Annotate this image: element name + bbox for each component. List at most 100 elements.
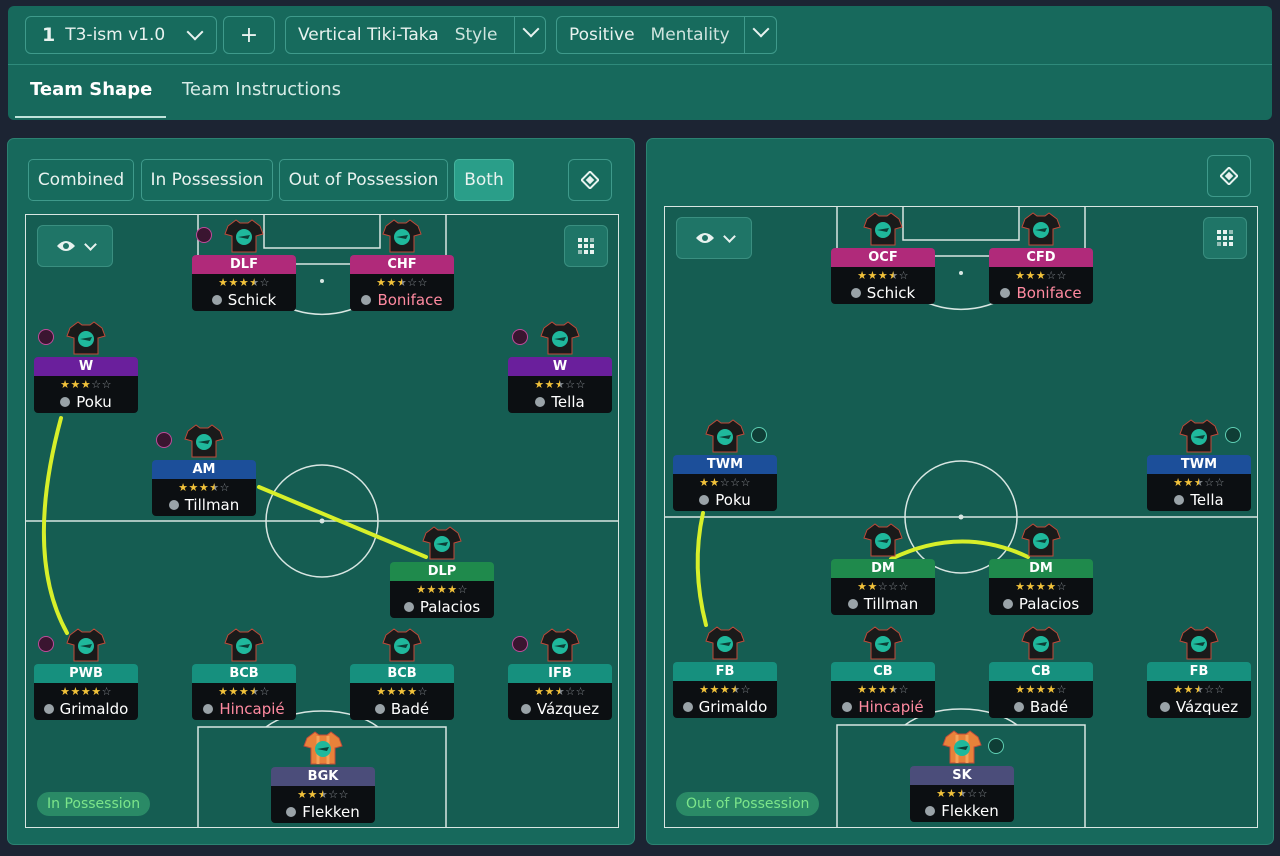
- player-shirt-icon: [863, 522, 903, 558]
- in-possession-marker-icon: [512, 636, 528, 652]
- player-role: BCB: [350, 664, 454, 683]
- filter-out-of-possession[interactable]: Out of Possession: [279, 159, 448, 201]
- player-name-row: Grimaldo: [673, 697, 777, 717]
- player-card[interactable]: DLP ★ ★ ★ ★ ☆ Palacios: [390, 562, 494, 618]
- swap-view-button[interactable]: [568, 159, 612, 201]
- tab-team-shape[interactable]: Team Shape: [30, 79, 152, 100]
- star-full-icon: ★: [534, 684, 545, 698]
- player-card[interactable]: DM ★ ★ ★ ★ ☆ Palacios: [989, 559, 1093, 615]
- star-full-icon: ★: [1046, 579, 1057, 593]
- star-half-icon: ★: [396, 275, 408, 289]
- player-role: OCF: [831, 248, 935, 267]
- player-shirt-icon: [705, 625, 745, 661]
- player-card[interactable]: AM ★ ★ ★ ★ ☆ Tillman: [152, 460, 256, 516]
- player-role-rating: ★ ★ ★ ★ ☆: [831, 681, 935, 697]
- person-icon: [842, 702, 853, 712]
- star-half-icon: ★: [888, 682, 899, 696]
- star-full-icon: ★: [307, 787, 318, 801]
- swap-view-button[interactable]: [1207, 155, 1251, 197]
- star-full-icon: ★: [91, 684, 102, 698]
- diamond-icon: [581, 171, 599, 189]
- add-tactic-button[interactable]: +: [223, 16, 275, 54]
- star-half-icon: ★: [956, 786, 968, 800]
- tactic-tabs: Team Shape Team Instructions: [8, 64, 1272, 121]
- player-name-row: Tella: [508, 392, 612, 412]
- player-card[interactable]: DM ★ ★ ☆ ☆ ☆ Tillman: [831, 559, 935, 615]
- player-role: IFB: [508, 664, 612, 683]
- player-card[interactable]: PWB ★ ★ ★ ★ ☆ Grimaldo: [34, 664, 138, 720]
- person-icon: [43, 704, 54, 714]
- player-role-rating: ★ ★ ★ ☆ ☆: [271, 786, 375, 802]
- player-card[interactable]: TWM ★ ★ ☆ ☆ ☆ Poku: [673, 455, 777, 511]
- player-name-row: Hincapié: [192, 699, 296, 719]
- person-icon: [403, 602, 414, 612]
- player-role-rating: ★ ★ ★ ★ ☆: [152, 479, 256, 495]
- player-shirt-icon: [942, 729, 982, 765]
- player-card[interactable]: CHF ★ ★ ★ ☆ ☆ Boniface: [350, 255, 454, 311]
- player-card[interactable]: SK ★ ★ ★ ☆ ☆ Flekken: [910, 766, 1014, 822]
- player-name-row: Vázquez: [1147, 697, 1251, 717]
- star-full-icon: ★: [1035, 268, 1047, 282]
- star-empty-icon: ☆: [328, 787, 339, 801]
- add-tactic-label: +: [239, 22, 259, 48]
- player-card[interactable]: OCF ★ ★ ★ ★ ☆ Schick: [831, 248, 935, 304]
- person-icon: [203, 704, 214, 714]
- star-full-icon: ★: [1035, 579, 1047, 593]
- star-half-icon: ★: [317, 787, 329, 801]
- player-card[interactable]: CB ★ ★ ★ ★ ☆ Hincapié: [831, 662, 935, 718]
- filter-combined[interactable]: Combined: [28, 159, 134, 201]
- player-card-body: ★ ★ ★ ★ ☆ Grimaldo: [34, 683, 138, 720]
- chevron-down-icon: [722, 229, 736, 243]
- player-shirt-icon: [540, 627, 580, 663]
- tactic-selector[interactable]: 1 T3-ism v1.0: [25, 16, 217, 54]
- player-role: BCB: [192, 664, 296, 683]
- player-role-rating: ★ ★ ★ ☆ ☆: [34, 376, 138, 392]
- player-card[interactable]: BCB ★ ★ ★ ★ ☆ Badé: [350, 664, 454, 720]
- player-shirt-icon: [422, 525, 462, 561]
- visibility-toggle[interactable]: [37, 225, 113, 267]
- star-full-icon: ★: [1025, 579, 1036, 593]
- player-card[interactable]: CFD ★ ★ ★ ☆ ☆ Boniface: [989, 248, 1093, 304]
- player-name: Grimaldo: [59, 700, 129, 718]
- player-name: Grimaldo: [698, 698, 768, 716]
- player-card[interactable]: W ★ ★ ★ ☆ ☆ Poku: [34, 357, 138, 413]
- star-half-icon: ★: [554, 684, 566, 698]
- player-role-rating: ★ ★ ★ ★ ☆: [989, 578, 1093, 594]
- player-card[interactable]: W ★ ★ ★ ☆ ☆ Tella: [508, 357, 612, 413]
- person-icon: [1174, 495, 1185, 505]
- star-full-icon: ★: [867, 579, 878, 593]
- person-icon: [1159, 702, 1170, 712]
- player-name: Poku: [715, 491, 751, 509]
- player-name: Badé: [1029, 698, 1069, 716]
- player-card[interactable]: BCB ★ ★ ★ ★ ☆ Hincapié: [192, 664, 296, 720]
- grid-toggle-button[interactable]: [564, 225, 608, 267]
- grid-toggle-button[interactable]: [1203, 217, 1247, 259]
- player-card[interactable]: DLF ★ ★ ★ ★ ☆ Schick: [192, 255, 296, 311]
- player-card[interactable]: BGK ★ ★ ★ ☆ ☆ Flekken: [271, 767, 375, 823]
- out-of-possession-marker-icon: [988, 738, 1004, 754]
- filter-both[interactable]: Both: [454, 159, 514, 201]
- player-role-rating: ★ ★ ★ ☆ ☆: [350, 274, 454, 290]
- filter-in-possession[interactable]: In Possession: [141, 159, 273, 201]
- player-role: SK: [910, 766, 1014, 785]
- player-card[interactable]: IFB ★ ★ ★ ☆ ☆ Vázquez: [508, 664, 612, 720]
- player-card[interactable]: TWM ★ ★ ★ ☆ ☆ Tella: [1147, 455, 1251, 511]
- mentality-selector[interactable]: Positive Mentality: [556, 16, 777, 54]
- star-full-icon: ★: [877, 682, 889, 696]
- grid-icon: [578, 238, 594, 254]
- player-role: DM: [831, 559, 935, 578]
- star-empty-icon: ☆: [457, 582, 468, 596]
- player-role: CHF: [350, 255, 454, 274]
- player-card[interactable]: FB ★ ★ ★ ☆ ☆ Vázquez: [1147, 662, 1251, 718]
- player-role: CFD: [989, 248, 1093, 267]
- star-empty-icon: ☆: [407, 275, 418, 289]
- player-card[interactable]: FB ★ ★ ★ ★ ☆ Grimaldo: [673, 662, 777, 718]
- tab-team-instructions[interactable]: Team Instructions: [182, 79, 341, 100]
- star-full-icon: ★: [544, 684, 555, 698]
- style-selector[interactable]: Vertical Tiki-Taka Style: [285, 16, 546, 54]
- chevron-down-icon: [186, 23, 204, 41]
- visibility-toggle[interactable]: [676, 217, 752, 259]
- player-card[interactable]: CB ★ ★ ★ ★ ☆ Badé: [989, 662, 1093, 718]
- star-full-icon: ★: [228, 275, 239, 289]
- star-full-icon: ★: [436, 582, 448, 596]
